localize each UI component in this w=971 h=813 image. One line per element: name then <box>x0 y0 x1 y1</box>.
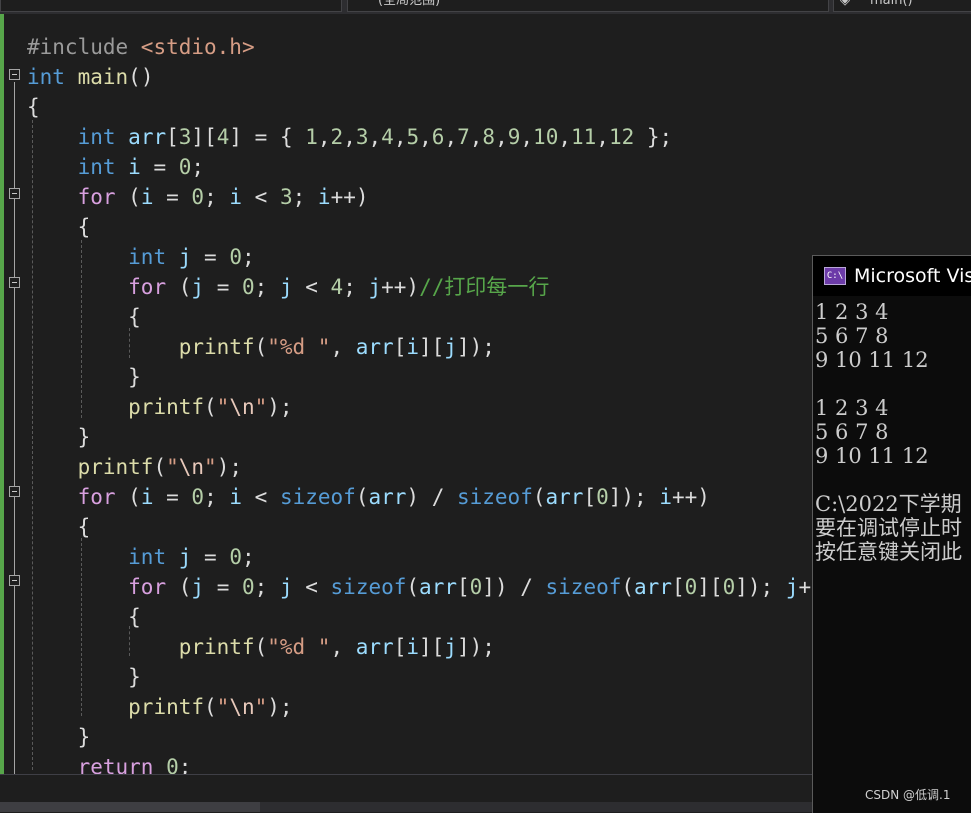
console-title: Microsoft Visu <box>854 265 971 287</box>
code-line-4: int arr[3][4] = { 1,2,3,4,5,6,7,8,9,10,1… <box>77 125 673 149</box>
console-output-line: 要在调试停止时 <box>815 516 962 540</box>
function-value: main() <box>870 0 913 8</box>
code-line-2: int main() <box>27 65 154 89</box>
console-output-line: 5 6 7 8 <box>815 420 889 444</box>
project-dropdown[interactable] <box>0 0 342 12</box>
console-output-line: 9 10 11 12 <box>815 348 929 372</box>
console-window[interactable]: C:\ Microsoft Visu 1 2 3 45 6 7 89 10 11… <box>812 255 971 813</box>
code-line-3: { <box>27 95 40 119</box>
function-dropdown[interactable]: ◈ main() <box>833 0 971 12</box>
code-line-6: for (i = 0; i < 3; i++) <box>77 185 369 209</box>
console-output-line: 5 6 7 8 <box>815 324 889 348</box>
watermark: CSDN @低调.1 <box>865 788 951 802</box>
console-output-line: 按任意键关闭此 <box>815 540 962 564</box>
navigation-bar: (全局范围) ◈ main() <box>0 0 971 14</box>
bottom-panel-tab[interactable] <box>0 802 260 812</box>
scope-dropdown[interactable]: (全局范围) <box>347 0 829 12</box>
cube-icon: ◈ <box>840 0 850 8</box>
console-app-icon: C:\ <box>824 267 846 285</box>
code-line-5: int i = 0; <box>77 155 205 179</box>
scope-value: (全局范围) <box>378 0 441 8</box>
console-output-line: 1 2 3 4 <box>815 396 889 420</box>
code-line-7: { <box>27 215 91 239</box>
console-titlebar[interactable]: C:\ Microsoft Visu <box>813 256 971 296</box>
console-output-line: 9 10 11 12 <box>815 444 929 468</box>
code-line-1: #include <stdio.h> <box>27 35 255 59</box>
console-output-line: C:\2022下学期 <box>815 492 962 516</box>
console-output-line: 1 2 3 4 <box>815 300 889 324</box>
console-output: 1 2 3 45 6 7 89 10 11 12 1 2 3 45 6 7 89… <box>815 300 971 564</box>
